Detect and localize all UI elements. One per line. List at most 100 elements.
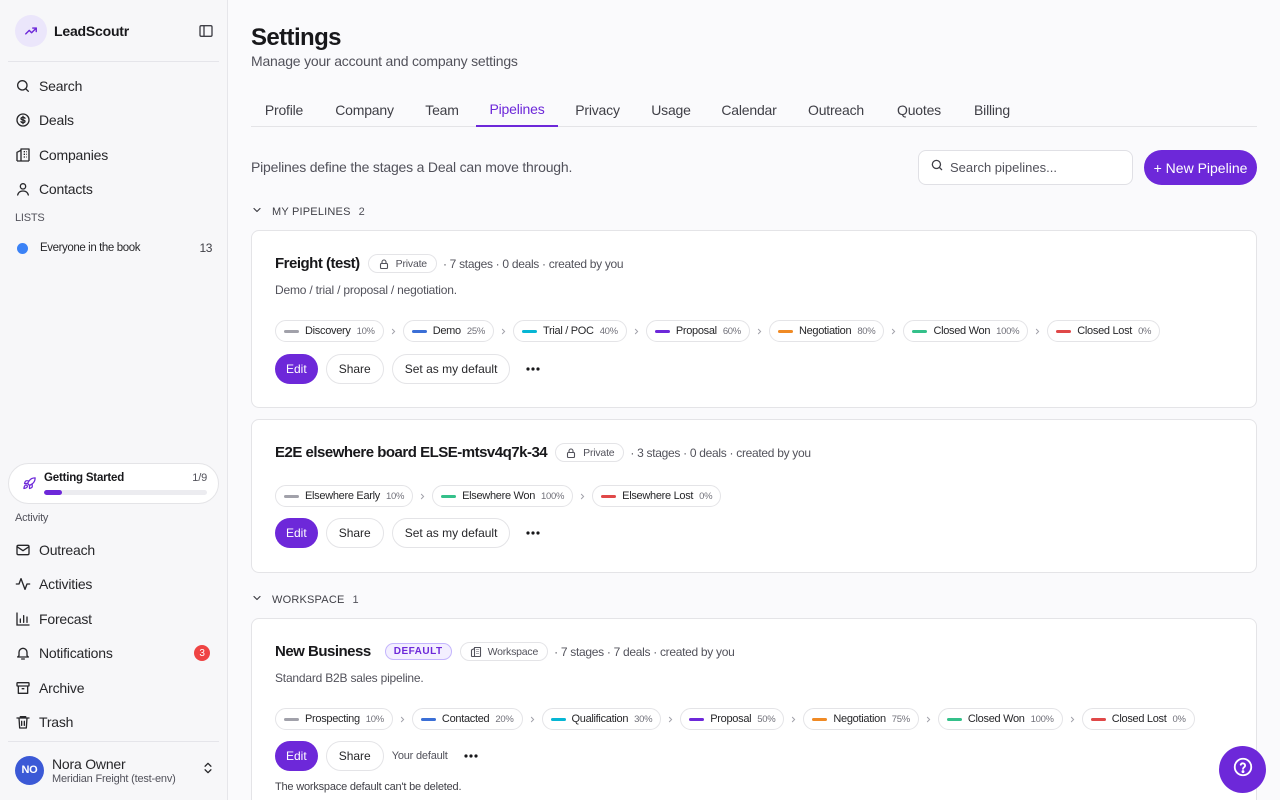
stage-chip: Closed Won 100%	[903, 320, 1029, 342]
edit-button[interactable]: Edit	[275, 741, 318, 771]
sidebar-item-deals[interactable]: Deals	[15, 106, 215, 134]
stage-color-bar	[420, 717, 436, 721]
stage-name: Trial / POC	[543, 325, 594, 337]
settings-tabs: Profile Company Team Pipelines Privacy U…	[251, 92, 1257, 127]
stage-probability: 0%	[1172, 713, 1186, 725]
set-default-button[interactable]: Set as my default	[391, 354, 511, 384]
list-item[interactable]: Everyone in the book 13	[15, 237, 212, 259]
edit-button[interactable]: Edit	[275, 518, 318, 548]
getting-started-progress	[44, 490, 207, 495]
notification-count-badge: 3	[194, 645, 210, 661]
tab-usage[interactable]: Usage	[641, 92, 701, 127]
stage-chip: Discovery 10%	[275, 320, 384, 342]
visibility-label: Private	[395, 257, 427, 270]
sidebar-item-companies[interactable]: Companies	[15, 141, 215, 169]
pipeline-actions: Edit Share Set as my default	[275, 518, 544, 548]
share-button[interactable]: Share	[325, 741, 384, 771]
chevron-right-icon	[884, 327, 903, 336]
more-icon[interactable]	[460, 745, 482, 767]
tab-billing[interactable]: Billing	[967, 92, 1017, 127]
stage-list: Elsewhere Early 10% Elsewhere Won 100% Els…	[275, 485, 722, 507]
tab-company[interactable]: Company	[327, 92, 402, 127]
activity-label: Activity	[15, 512, 49, 524]
dollar-icon	[16, 113, 30, 127]
sidebar-item-search[interactable]: Search	[15, 72, 215, 100]
set-default-button[interactable]: Set as my default	[391, 518, 511, 548]
chevron-up-down-icon	[201, 761, 215, 780]
tab-quotes[interactable]: Quotes	[891, 92, 947, 127]
edit-button[interactable]: Edit	[275, 354, 318, 384]
stage-list: Discovery 10% Demo 25% Trial / POC 40% Prop…	[275, 320, 1161, 342]
group-label: MY PIPELINES	[272, 205, 351, 218]
stage-probability: 25%	[466, 325, 485, 337]
sidebar-item-trash[interactable]: Trash	[15, 708, 215, 736]
new-pipeline-button[interactable]: + New Pipeline	[1144, 150, 1257, 185]
stage-color-bar	[912, 329, 928, 333]
sidebar-item-notifications[interactable]: Notifications 3	[15, 639, 215, 667]
stage-chip: Elsewhere Early 10%	[275, 485, 414, 507]
sidebar-item-contacts[interactable]: Contacts	[15, 175, 215, 203]
pipeline-description: Standard B2B sales pipeline.	[275, 671, 424, 685]
sidebar-item-archive[interactable]: Archive	[15, 674, 215, 702]
stage-probability: 10%	[365, 713, 384, 725]
stage-color-bar	[284, 494, 299, 498]
chevron-right-icon	[627, 327, 646, 336]
stage-name: Qualification	[571, 713, 629, 725]
group-count: 2	[358, 205, 365, 218]
your-default-label: Your default	[391, 750, 448, 762]
visibility-label: Workspace	[487, 645, 539, 658]
stage-color-bar	[284, 717, 299, 721]
sidebar-item-forecast[interactable]: Forecast	[15, 605, 215, 633]
pipeline-card: E2E elsewhere board ELSE-mtsv4q7k-34 Pri…	[251, 419, 1257, 573]
search-box[interactable]	[918, 150, 1133, 185]
stage-probability: 60%	[722, 325, 741, 337]
group-header-my-pipelines[interactable]: MY PIPELINES 2	[251, 204, 365, 219]
pipeline-description: Demo / trial / proposal / negotiation.	[275, 283, 457, 297]
getting-started-card[interactable]: Getting Started 1/9	[8, 463, 219, 504]
tab-profile[interactable]: Profile	[251, 92, 317, 127]
sidebar-item-label: Outreach	[39, 542, 95, 558]
brand[interactable]: LeadScoutr	[15, 15, 129, 47]
stage-probability: 100%	[541, 490, 565, 502]
visibility-label: Private	[583, 446, 615, 459]
chevron-right-icon	[1028, 327, 1047, 336]
group-header-workspace[interactable]: WORKSPACE 1	[251, 592, 359, 607]
sidebar-item-label: Trash	[39, 714, 74, 730]
stage-name: Negotiation	[798, 325, 852, 337]
tab-calendar[interactable]: Calendar	[714, 92, 784, 127]
stage-name: Proposal	[675, 325, 717, 337]
divider	[8, 741, 219, 742]
stage-color-bar	[411, 329, 427, 333]
activity-icon	[15, 578, 31, 590]
sidebar-toggle-icon[interactable]	[196, 21, 216, 41]
more-icon[interactable]	[522, 358, 544, 380]
pipeline-meta: · 3 stages · 0 deals · created by you	[630, 445, 811, 460]
visibility-pill: Workspace	[459, 642, 549, 661]
sidebar-item-outreach[interactable]: Outreach	[15, 536, 215, 564]
more-icon[interactable]	[522, 522, 544, 544]
sidebar-item-label: Archive	[39, 680, 85, 696]
search-icon	[930, 158, 944, 177]
tab-outreach[interactable]: Outreach	[801, 92, 871, 127]
sidebar-item-activities[interactable]: Activities	[15, 570, 215, 598]
list-item-label: Everyone in the book	[40, 242, 141, 254]
rocket-icon	[22, 476, 37, 496]
tab-pipelines[interactable]: Pipelines	[476, 92, 558, 127]
trash-icon	[16, 716, 30, 729]
user-menu[interactable]: NO Nora Owner Meridian Freight (test-env…	[15, 754, 215, 786]
list-color-dot	[17, 242, 28, 254]
settings-main: Settings Manage your account and company…	[251, 0, 1257, 800]
search-input[interactable]	[950, 160, 1120, 175]
stage-name: Elsewhere Lost	[622, 490, 694, 502]
share-button[interactable]: Share	[325, 354, 384, 384]
stage-chip: Closed Lost 0%	[1047, 320, 1161, 342]
divider	[8, 61, 219, 62]
tab-team[interactable]: Team	[412, 92, 472, 127]
share-button[interactable]: Share	[325, 518, 384, 548]
tab-privacy[interactable]: Privacy	[564, 92, 631, 127]
help-button[interactable]	[1219, 746, 1266, 793]
chevron-down-icon	[251, 592, 263, 607]
progress-fill	[44, 490, 62, 495]
stage-name: Closed Lost	[1111, 713, 1167, 725]
stage-name: Demo	[432, 325, 461, 337]
